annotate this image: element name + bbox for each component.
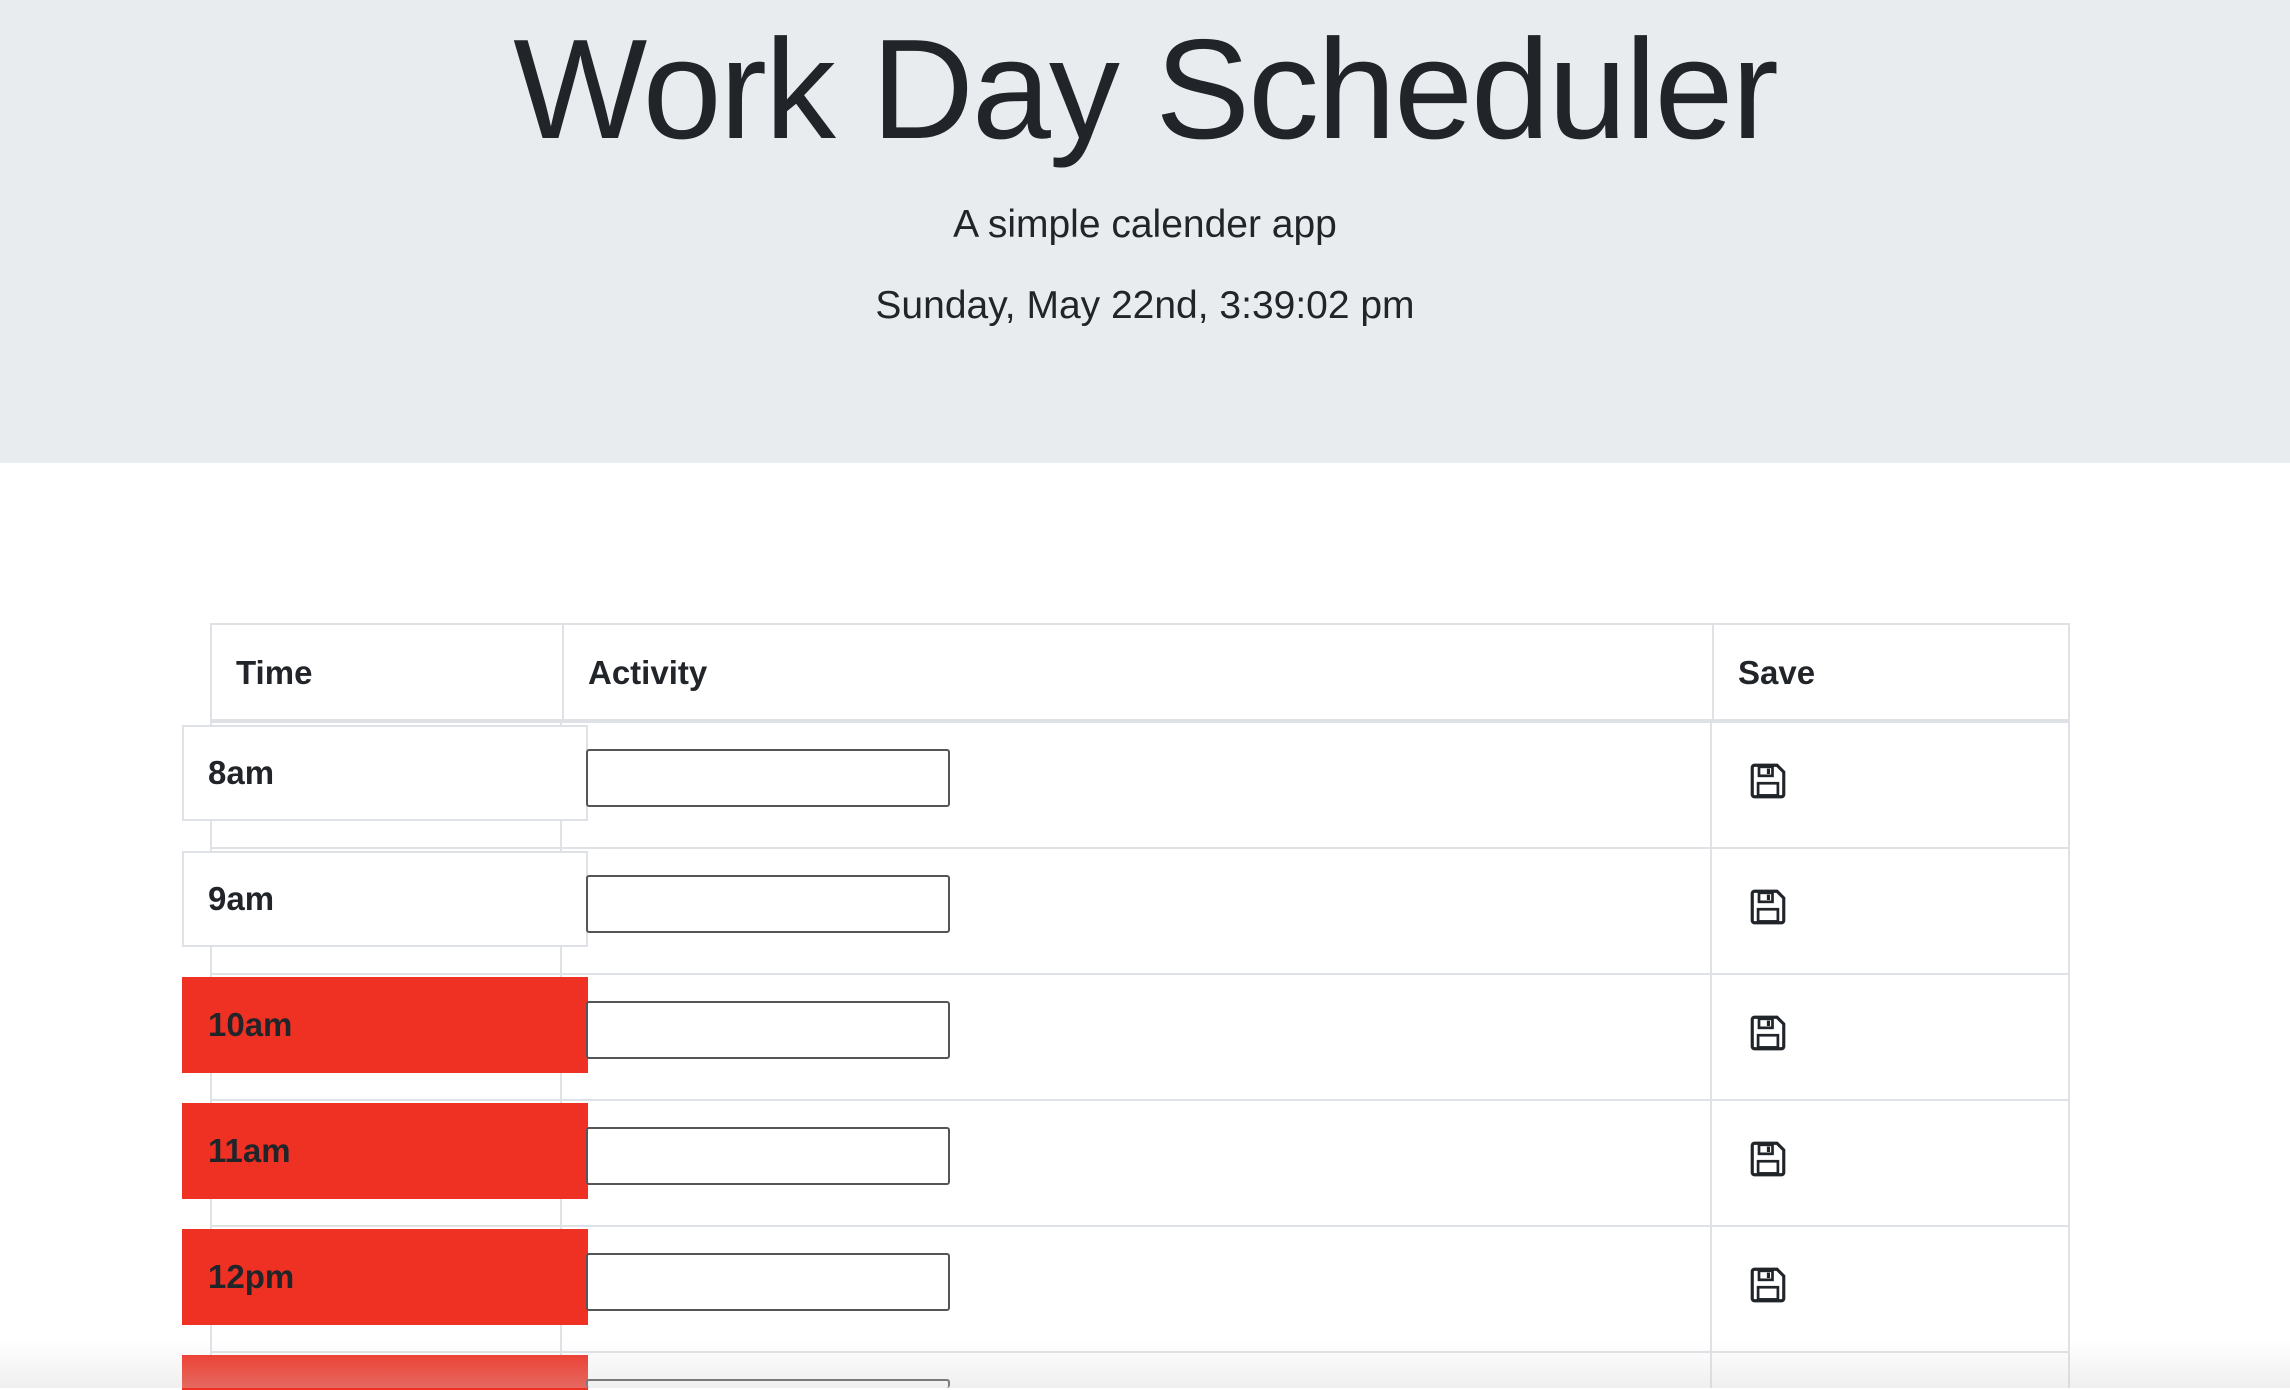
table-row: 12pm (182, 1227, 2070, 1353)
time-block-present: 12pm (182, 1229, 588, 1325)
table-row: 8am (182, 723, 2070, 849)
floppy-disk-icon[interactable] (1750, 1267, 1786, 1303)
table-row: 9am (182, 849, 2070, 975)
time-block: 8am (182, 725, 588, 821)
activity-input[interactable] (586, 1253, 950, 1311)
activity-input-partial[interactable] (586, 1379, 950, 1388)
floppy-disk-icon[interactable] (1750, 889, 1786, 925)
floppy-disk-icon[interactable] (1750, 763, 1786, 799)
header-time: Time (236, 654, 313, 691)
activity-input[interactable] (586, 1001, 950, 1059)
page-title: Work Day Scheduler (513, 10, 1779, 169)
activity-input[interactable] (586, 1127, 950, 1185)
jumbotron-header: Work Day Scheduler A simple calender app… (0, 0, 2290, 463)
activity-input[interactable] (586, 875, 950, 933)
floppy-disk-icon[interactable] (1750, 1141, 1786, 1177)
page-subtitle: A simple calender app (953, 203, 1337, 246)
table-header-row: Time Activity Save (210, 623, 2070, 723)
floppy-disk-icon[interactable] (1750, 1015, 1786, 1051)
time-block-present (182, 1355, 588, 1390)
current-date: Sunday, May 22nd, 3:39:02 pm (875, 284, 1415, 327)
table-row: 10am (182, 975, 2070, 1101)
header-save: Save (1712, 625, 2070, 721)
time-block-present: 10am (182, 977, 588, 1073)
table-row-partial (182, 1353, 2070, 1390)
table-row: 11am (182, 1101, 2070, 1227)
time-block-present: 11am (182, 1103, 588, 1199)
header-activity: Activity (562, 625, 1712, 721)
activity-input[interactable] (586, 749, 950, 807)
time-block: 9am (182, 851, 588, 947)
